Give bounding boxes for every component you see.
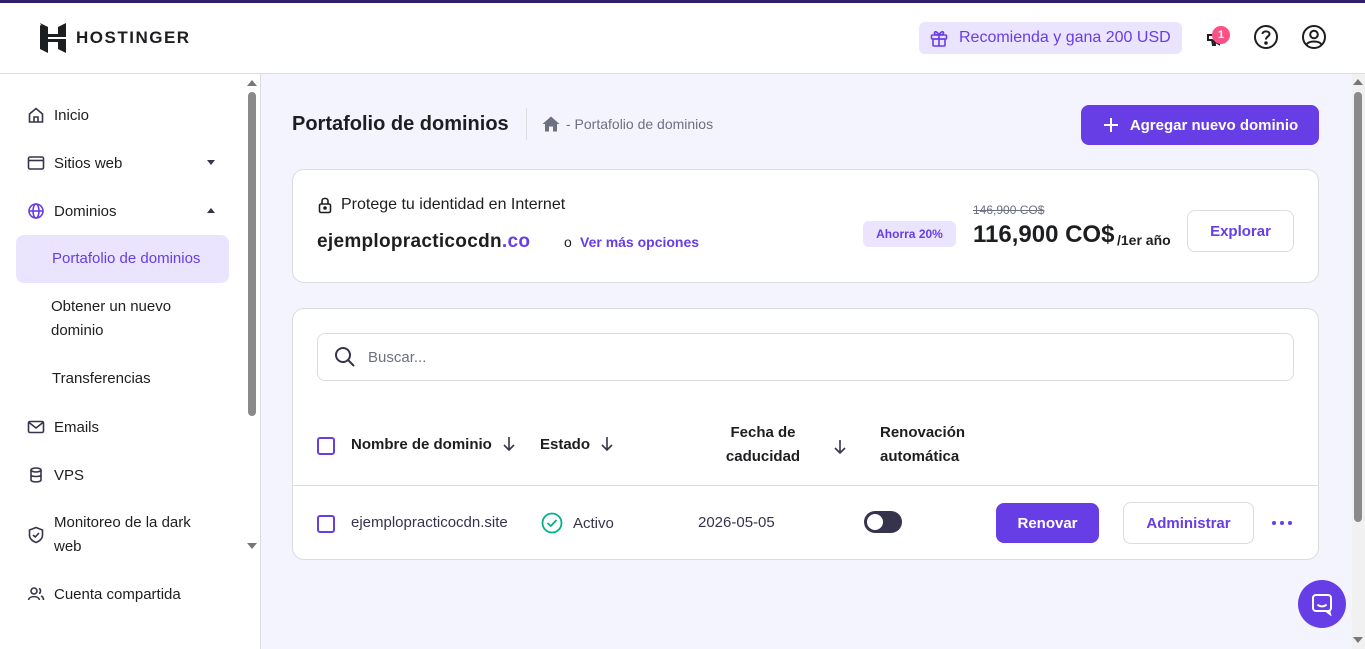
help-icon: [1254, 25, 1278, 49]
brand-name: HOSTINGER: [76, 28, 191, 47]
add-domain-label: Agregar nuevo dominio: [1129, 116, 1299, 134]
mail-icon: [26, 417, 46, 437]
column-header-status-label: Estado: [540, 436, 591, 453]
account-button[interactable]: [1300, 23, 1328, 51]
column-header-expiry[interactable]: Fecha de caducidad: [713, 421, 813, 469]
sidebar-item-label: Monitoreo de la dark web: [54, 514, 191, 555]
promo-heading-text: Protege tu identidad en Internet: [341, 196, 566, 213]
suggested-domain-tld: .co: [501, 231, 531, 252]
user-circle-icon: [1302, 25, 1326, 49]
sidebar-item-label: Emails: [54, 418, 100, 436]
sidebar-item-cuenta-compartida[interactable]: Cuenta compartida: [16, 582, 229, 606]
chat-button[interactable]: [1298, 580, 1346, 628]
sidebar-item-sitios-web[interactable]: Sitios web: [16, 151, 229, 175]
search-box: [317, 333, 1294, 381]
browser-icon: [26, 153, 46, 173]
sidebar-item-dark-web[interactable]: Monitoreo de la dark web: [16, 511, 229, 559]
breadcrumb: - Portafolio de dominios: [542, 116, 713, 132]
column-header-renewal: Renovación automática: [880, 424, 966, 465]
sort-arrow-icon: [601, 437, 613, 452]
sidebar-item-obtener-dominio[interactable]: Obtener un nuevo dominio: [16, 295, 229, 343]
explore-button[interactable]: Explorar: [1187, 210, 1294, 252]
sidebar-item-portafolio[interactable]: Portafolio de dominios: [16, 235, 229, 283]
status-text: Activo: [573, 514, 614, 532]
column-header-name-label: Nombre de dominio: [351, 436, 492, 453]
chat-icon: [1312, 594, 1332, 616]
plus-icon: [1103, 118, 1118, 132]
shield-icon: [26, 525, 46, 545]
sidebar-item-vps[interactable]: VPS: [16, 463, 229, 487]
users-icon: [26, 584, 46, 604]
row-checkbox[interactable]: [317, 515, 335, 533]
renew-button[interactable]: Renovar: [996, 503, 1099, 543]
promo-heading: Protege tu identidad en Internet: [317, 196, 565, 214]
sidebar-item-dominios[interactable]: Dominios: [16, 199, 229, 223]
chevron-up-icon: [207, 208, 215, 213]
discount-badge: Ahorra 20%: [863, 221, 956, 247]
sidebar-item-label: Portafolio de dominios: [52, 250, 201, 267]
manage-button[interactable]: Administrar: [1123, 502, 1254, 544]
sidebar-item-transferencias[interactable]: Transferencias: [16, 367, 229, 391]
home-icon: [26, 105, 46, 125]
breadcrumb-current: - Portafolio de dominios: [566, 116, 714, 132]
domains-table-card: Nombre de dominio Estado Fecha de caduci…: [292, 308, 1319, 560]
toggle-knob: [867, 514, 883, 530]
sidebar-item-label: Sitios web: [54, 154, 123, 172]
more-options-icon[interactable]: [1272, 521, 1292, 525]
promo-or-text: o: [564, 234, 572, 250]
referral-button[interactable]: Recomienda y gana 200 USD: [919, 22, 1182, 54]
column-header-name[interactable]: Nombre de dominio: [351, 433, 516, 457]
column-header-status[interactable]: Estado: [540, 433, 614, 457]
domain-name[interactable]: ejemplopracticocdn.site: [351, 514, 508, 531]
price-period: /1er año: [1117, 232, 1171, 248]
current-price: 116,900 CO$: [973, 221, 1115, 248]
hostinger-logo[interactable]: HOSTINGER: [40, 23, 191, 53]
sidebar-item-inicio[interactable]: Inicio: [16, 103, 229, 127]
gift-icon: [930, 31, 948, 47]
sort-arrow-icon[interactable]: [833, 439, 847, 455]
hostinger-logo-icon: [40, 23, 66, 53]
table-divider: [293, 485, 1319, 486]
sidebar-item-emails[interactable]: Emails: [16, 415, 229, 439]
select-all-checkbox[interactable]: [317, 437, 335, 455]
sidebar-item-label: Cuenta compartida: [54, 585, 181, 603]
main-scrollbar[interactable]: [1354, 92, 1362, 522]
old-price: 146,900 CO$: [973, 203, 1045, 217]
sidebar-scrollbar[interactable]: [248, 92, 256, 416]
globe-icon: [26, 201, 46, 221]
sidebar-scroll-up[interactable]: [247, 80, 257, 86]
add-domain-button[interactable]: Agregar nuevo dominio: [1081, 105, 1319, 145]
top-bar: HOSTINGER Recomienda y gana 200 USD 1: [0, 3, 1365, 74]
sidebar-item-label: Dominios: [54, 202, 117, 220]
sidebar-item-label: Obtener un nuevo dominio: [51, 298, 172, 339]
lock-icon: [318, 197, 332, 214]
more-options-link[interactable]: Ver más opciones: [580, 234, 699, 250]
search-input[interactable]: [368, 348, 1293, 366]
suggested-domain-name: ejemplopracticocdn: [317, 231, 502, 252]
check-circle-icon: [541, 512, 563, 534]
title-divider: [526, 108, 527, 140]
main-scroll-down[interactable]: [1353, 637, 1363, 643]
chevron-down-icon: [207, 160, 215, 165]
page-title: Portafolio de dominios: [292, 113, 509, 135]
main-scroll-up[interactable]: [1353, 79, 1363, 85]
server-icon: [26, 465, 46, 485]
sidebar-scroll-down[interactable]: [247, 543, 257, 549]
search-icon: [335, 347, 355, 367]
home-icon[interactable]: [542, 116, 560, 132]
status-badge: Activo: [541, 512, 614, 534]
sidebar-item-label: VPS: [54, 466, 85, 484]
help-button[interactable]: [1252, 23, 1280, 51]
notification-badge: 1: [1212, 26, 1230, 44]
referral-label: Recomienda y gana 200 USD: [959, 29, 1171, 46]
expiry-date: 2026-05-05: [698, 514, 775, 531]
sort-arrow-icon: [503, 437, 515, 452]
sidebar-item-label: Inicio: [54, 106, 90, 124]
suggested-domain: ejemplopracticocdn.co: [317, 231, 530, 253]
auto-renew-toggle[interactable]: [864, 511, 902, 533]
domain-promo-card: Protege tu identidad en Internet ejemplo…: [292, 169, 1319, 283]
sidebar: Inicio Sitios web Dominios Portafolio de…: [0, 74, 261, 649]
sidebar-item-label: Transferencias: [52, 370, 151, 387]
